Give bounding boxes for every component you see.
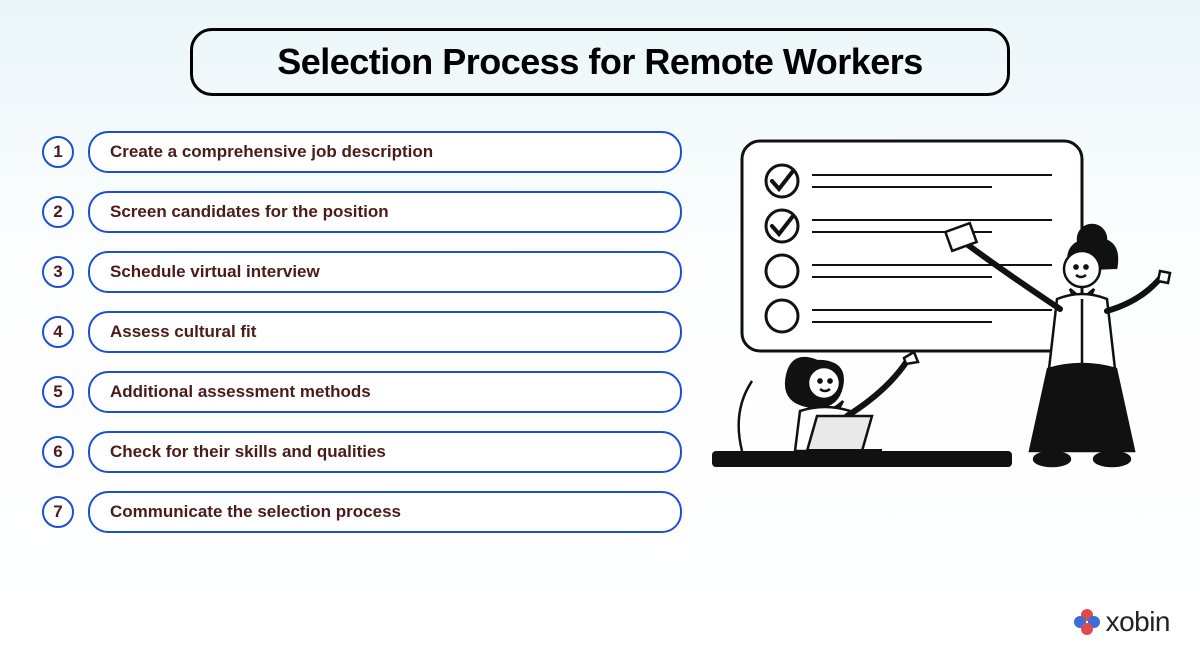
list-item: 4 Assess cultural fit: [42, 311, 682, 353]
step-label: Screen candidates for the position: [88, 191, 682, 233]
step-number-badge: 2: [42, 196, 74, 228]
step-number-badge: 1: [42, 136, 74, 168]
step-label: Additional assessment methods: [88, 371, 682, 413]
content-area: 1 Create a comprehensive job description…: [0, 131, 1200, 551]
step-label: Assess cultural fit: [88, 311, 682, 353]
checklist-presentation-icon: [712, 131, 1172, 491]
illustration: [682, 131, 1172, 551]
list-item: 3 Schedule virtual interview: [42, 251, 682, 293]
brand-logo-icon: [1074, 609, 1100, 635]
list-item: 2 Screen candidates for the position: [42, 191, 682, 233]
list-item: 6 Check for their skills and qualities: [42, 431, 682, 473]
step-label: Check for their skills and qualities: [88, 431, 682, 473]
step-number-badge: 3: [42, 256, 74, 288]
page-title-box: Selection Process for Remote Workers: [190, 28, 1010, 96]
list-item: 5 Additional assessment methods: [42, 371, 682, 413]
list-item: 7 Communicate the selection process: [42, 491, 682, 533]
page-title: Selection Process for Remote Workers: [223, 41, 977, 83]
step-number-badge: 5: [42, 376, 74, 408]
brand-logo: xobin: [1074, 606, 1170, 638]
step-number-badge: 6: [42, 436, 74, 468]
step-label: Schedule virtual interview: [88, 251, 682, 293]
step-label: Create a comprehensive job description: [88, 131, 682, 173]
step-label: Communicate the selection process: [88, 491, 682, 533]
step-number-badge: 7: [42, 496, 74, 528]
steps-list: 1 Create a comprehensive job description…: [42, 131, 682, 551]
list-item: 1 Create a comprehensive job description: [42, 131, 682, 173]
step-number-badge: 4: [42, 316, 74, 348]
brand-name: xobin: [1106, 606, 1170, 638]
